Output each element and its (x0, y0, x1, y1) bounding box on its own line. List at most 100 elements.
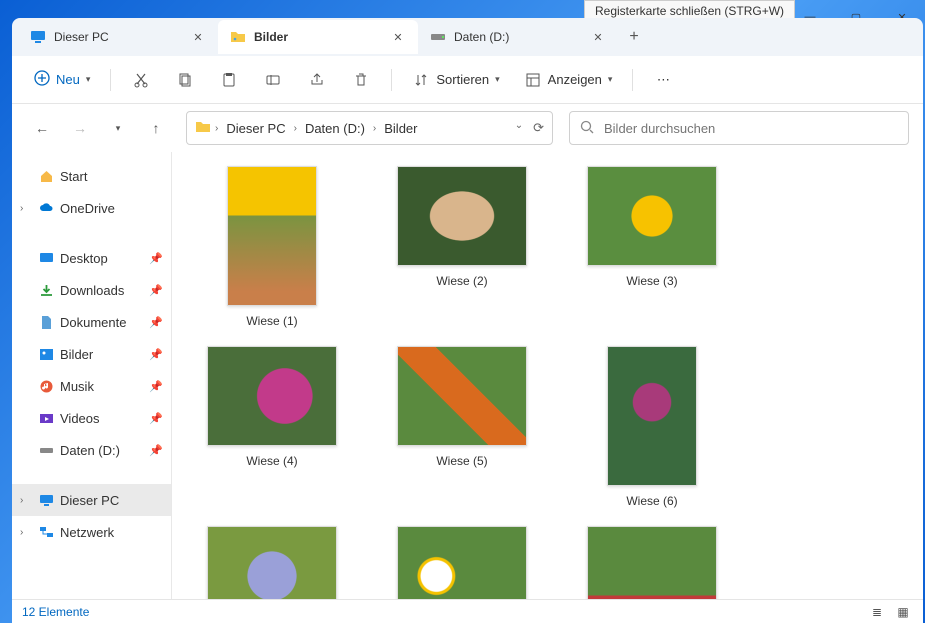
back-button[interactable]: ← (26, 112, 58, 144)
close-icon[interactable]: ✕ (190, 29, 206, 45)
search-bar[interactable] (569, 111, 909, 145)
file-item[interactable]: Wiese (3) (572, 162, 732, 332)
document-icon (38, 314, 54, 330)
sidebar-item-label: Desktop (60, 251, 108, 266)
new-tab-button[interactable]: + (618, 21, 650, 53)
sidebar-item-label: Musik (60, 379, 94, 394)
pin-icon: 📌 (149, 412, 163, 425)
tab-daten-d[interactable]: Daten (D:) ✕ (418, 20, 618, 54)
tab-bilder[interactable]: Bilder ✕ (218, 20, 418, 54)
navigation-row: ← → ▾ ↑ › Dieser PC › Daten (D:) › Bilde… (12, 104, 923, 152)
search-input[interactable] (604, 121, 898, 136)
tabs-row: Dieser PC ✕ Bilder ✕ Daten (D:) ✕ + (12, 18, 923, 56)
picture-icon (38, 346, 54, 362)
chevron-down-icon[interactable]: ⌄ (515, 120, 523, 136)
chevron-right-icon[interactable]: › (20, 495, 32, 506)
sidebar-item-label: Dieser PC (60, 493, 119, 508)
sidebar-item-label: Dokumente (60, 315, 126, 330)
file-name: Wiese (6) (626, 494, 677, 508)
up-button[interactable]: ↑ (140, 112, 172, 144)
rename-button[interactable] (255, 63, 291, 97)
chevron-right-icon[interactable]: › (20, 203, 32, 214)
pin-icon: 📌 (149, 380, 163, 393)
sidebar-item-bilder[interactable]: Bilder 📌 (12, 338, 171, 370)
chevron-down-icon: ▾ (86, 74, 91, 85)
sidebar-item-musik[interactable]: Musik 📌 (12, 370, 171, 402)
tab-this-pc[interactable]: Dieser PC ✕ (18, 20, 218, 54)
file-thumbnail (397, 346, 527, 446)
file-item[interactable]: Wiese (6) (572, 342, 732, 512)
close-icon[interactable]: ✕ (590, 29, 606, 45)
folder-pictures-icon (230, 29, 246, 45)
file-item[interactable]: Wiese (4) (192, 342, 352, 512)
sidebar-item-desktop[interactable]: Desktop 📌 (12, 242, 171, 274)
more-icon: ⋯ (657, 72, 670, 88)
home-icon (38, 168, 54, 184)
file-thumbnail (587, 166, 717, 266)
delete-button[interactable] (343, 63, 379, 97)
share-icon (308, 71, 326, 89)
breadcrumb-segment[interactable]: Daten (D:) (301, 119, 369, 138)
copy-button[interactable] (167, 63, 203, 97)
file-name: Wiese (4) (246, 454, 297, 468)
sidebar-item-onedrive[interactable]: › OneDrive (12, 192, 171, 224)
icons-view-button[interactable]: ▦ (893, 603, 913, 621)
network-icon (38, 524, 54, 540)
download-icon (38, 282, 54, 298)
item-count: 12 Elemente (22, 605, 89, 619)
forward-button[interactable]: → (64, 112, 96, 144)
tab-label: Dieser PC (54, 30, 182, 44)
view-label: Anzeigen (548, 72, 602, 87)
tab-label: Daten (D:) (454, 30, 582, 44)
file-item[interactable]: Wiese (5) (382, 342, 542, 512)
view-button[interactable]: Anzeigen ▾ (516, 63, 621, 97)
chevron-down-icon: ▾ (608, 74, 613, 85)
more-button[interactable]: ⋯ (645, 63, 681, 97)
cut-button[interactable] (123, 63, 159, 97)
close-icon[interactable]: ✕ (390, 29, 406, 45)
copy-icon (176, 71, 194, 89)
sidebar-item-downloads[interactable]: Downloads 📌 (12, 274, 171, 306)
search-icon (580, 120, 594, 137)
file-name: Wiese (2) (436, 274, 487, 288)
breadcrumb-segment[interactable]: Bilder (380, 119, 421, 138)
file-item[interactable]: Wiese (1) (192, 162, 352, 332)
sidebar-item-videos[interactable]: Videos 📌 (12, 402, 171, 434)
chevron-right-icon[interactable]: › (20, 527, 32, 538)
breadcrumb-segment[interactable]: Dieser PC (222, 119, 289, 138)
sidebar-item-label: Start (60, 169, 87, 184)
sidebar-item-daten-d[interactable]: Daten (D:) 📌 (12, 434, 171, 466)
desktop-icon (38, 250, 54, 266)
drive-icon (38, 442, 54, 458)
file-list[interactable]: Wiese (1) Wiese (2) Wiese (3) Wiese (4) Wies… (172, 152, 923, 618)
paste-icon (220, 71, 238, 89)
new-button[interactable]: Neu ▾ (26, 63, 98, 97)
sidebar-item-network[interactable]: › Netzwerk (12, 516, 171, 548)
sidebar-item-label: Bilder (60, 347, 93, 362)
status-bar: 12 Elemente ≣ ▦ (12, 599, 923, 623)
sidebar-item-start[interactable]: Start (12, 160, 171, 192)
address-bar[interactable]: › Dieser PC › Daten (D:) › Bilder ⌄ ⟳ (186, 111, 553, 145)
paste-button[interactable] (211, 63, 247, 97)
file-name: Wiese (1) (246, 314, 297, 328)
file-item[interactable]: Wiese (2) (382, 162, 542, 332)
sort-label: Sortieren (436, 72, 489, 87)
music-icon (38, 378, 54, 394)
sidebar-item-documents[interactable]: Dokumente 📌 (12, 306, 171, 338)
sidebar-item-this-pc[interactable]: › Dieser PC (12, 484, 171, 516)
sort-button[interactable]: Sortieren ▾ (404, 63, 507, 97)
refresh-icon[interactable]: ⟳ (533, 120, 544, 136)
chevron-down-icon: ▾ (495, 74, 500, 85)
monitor-icon (30, 29, 46, 45)
folder-pictures-icon (195, 119, 211, 138)
video-icon (38, 410, 54, 426)
plus-circle-icon (34, 70, 50, 89)
sidebar-item-label: Daten (D:) (60, 443, 120, 458)
file-thumbnail (397, 166, 527, 266)
pin-icon: 📌 (149, 348, 163, 361)
pin-icon: 📌 (149, 316, 163, 329)
separator (632, 69, 633, 91)
details-view-button[interactable]: ≣ (867, 603, 887, 621)
share-button[interactable] (299, 63, 335, 97)
recent-button[interactable]: ▾ (102, 112, 134, 144)
